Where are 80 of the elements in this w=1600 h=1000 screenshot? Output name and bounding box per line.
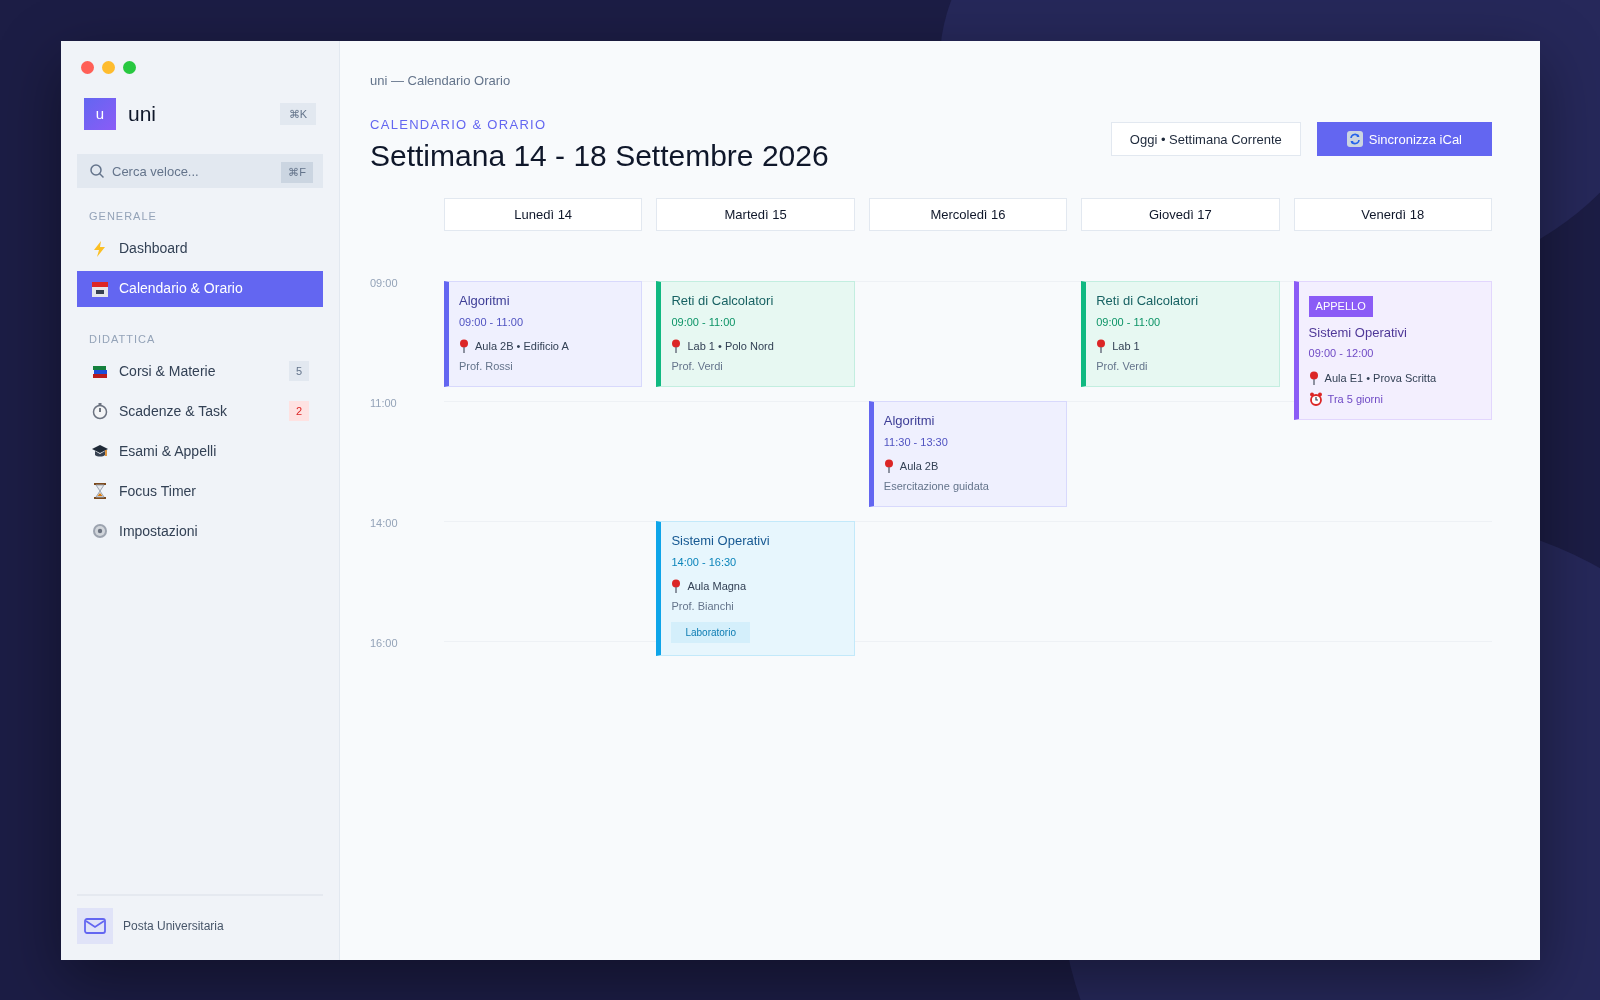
shortcut-hint: ⌘F	[281, 162, 313, 183]
event-note: Prof. Bianchi	[671, 599, 735, 614]
calendar-icon	[91, 279, 109, 298]
pin-icon	[1308, 370, 1319, 385]
count-badge: 5	[288, 360, 309, 382]
sidebar-item[interactable]: Esami & Appelli	[77, 433, 323, 469]
event-location: Aula 2B	[899, 459, 939, 474]
event-location: Aula E1 • Prova Scritta	[1324, 370, 1437, 385]
time-label: 09:00	[370, 276, 399, 291]
stopwatch-icon	[91, 402, 109, 420]
section-title: GENERALE	[88, 209, 158, 224]
count-badge: 2	[288, 400, 309, 422]
window-title: uni — Calendario Orario	[370, 72, 512, 90]
footer-link[interactable]: Posta Universitaria	[123, 917, 224, 935]
pin-icon	[671, 579, 682, 594]
day-header: Martedì 15	[656, 198, 855, 231]
event-card[interactable]: Reti di Calcolatori 09:00 - 11:00 Lab 1 • Polo Nord Prof. Verdi	[656, 281, 855, 387]
pin-icon	[883, 459, 894, 474]
event-card[interactable]: Sistemi Operativi 14:00 - 16:30 Aula Magna Prof. Bianchi Laboratorio	[656, 521, 855, 656]
event-note: Esercitazione guidata	[883, 479, 990, 494]
event-time: 09:00 - 11:00	[1096, 314, 1162, 330]
event-card[interactable]: Algoritmi 11:30 - 13:30 Aula 2B Esercitazione guidata	[868, 401, 1068, 507]
event-location: Aula 2B • Edificio A	[475, 339, 569, 354]
gear-icon	[91, 522, 109, 540]
day-header: Venerdì 18	[1293, 198, 1492, 231]
event-card[interactable]: Algoritmi 09:00 - 11:00 Aula 2B • Edificio A Prof. Rossi	[444, 281, 643, 387]
event-location: Lab 1	[1112, 339, 1140, 354]
event-time: 09:00 - 12:00	[1308, 346, 1375, 361]
time-label: 14:00	[370, 516, 399, 531]
event-note: Prof. Verdi	[671, 359, 724, 374]
event-tag: Laboratorio	[671, 621, 750, 643]
mail-icon	[84, 918, 106, 934]
app-name: uni	[128, 101, 157, 128]
app-logo: u	[84, 98, 116, 130]
event-title: Sistemi Operativi	[1308, 324, 1408, 342]
time-label: 11:00	[370, 396, 398, 411]
page-title: Settimana 14 - 18 Settembre 2026	[370, 138, 829, 174]
sidebar-item[interactable]: Calendario & Orario	[77, 270, 323, 307]
day-header: Giovedì 17	[1081, 198, 1280, 231]
pin-icon	[459, 339, 469, 354]
event-title: Algoritmi	[459, 293, 511, 310]
page-eyebrow: CALENDARIO & ORARIO	[370, 115, 548, 134]
exam-badge: APPELLO	[1308, 296, 1373, 317]
event-location: Lab 1 • Polo Nord	[687, 339, 774, 354]
event-card[interactable]: APPELLO Sistemi Operativi 09:00 - 12:00 Aula E1 • Prova Scritta Tra 5 giorni	[1293, 281, 1492, 421]
event-time: 11:30 - 13:30	[883, 434, 949, 450]
day-header: Mercoledì 16	[868, 198, 1068, 231]
section-title: DIDATTICA	[88, 331, 157, 347]
sidebar-item[interactable]: Impostazioni	[77, 513, 323, 549]
event-title: Reti di Calcolatori	[1096, 293, 1200, 310]
sidebar-item[interactable]: Scadenze & Task 2	[77, 393, 323, 429]
time-label: 16:00	[370, 636, 399, 651]
event-note: Prof. Verdi	[1096, 359, 1149, 374]
event-time: 09:00 - 11:00	[671, 314, 737, 330]
sidebar-item[interactable]: Focus Timer	[77, 473, 323, 509]
event-time: 14:00 - 16:30	[671, 554, 738, 570]
window-control[interactable]	[123, 61, 136, 74]
window-control[interactable]	[102, 61, 115, 74]
reminder-text: Tra 5 giorni	[1327, 392, 1383, 407]
pin-icon	[671, 339, 682, 354]
day-header: Lunedì 14	[444, 198, 643, 231]
event-title: Sistemi Operativi	[671, 533, 771, 550]
search-icon	[89, 163, 105, 179]
event-title: Reti di Calcolatori	[671, 293, 775, 310]
mail-button[interactable]	[77, 908, 113, 944]
shortcut-hint: ⌘K	[279, 102, 316, 126]
refresh-icon	[1346, 131, 1363, 148]
event-time: 09:00 - 11:00	[459, 314, 524, 330]
window-control[interactable]	[81, 61, 94, 74]
sync-button[interactable]: Sincronizza iCal	[1316, 122, 1492, 157]
hourglass-icon	[91, 482, 109, 500]
alarm-clock-icon	[1308, 392, 1323, 407]
today-button[interactable]: Oggi • Settimana Corrente	[1110, 122, 1301, 157]
event-note: Prof. Rossi	[459, 359, 514, 374]
sidebar-item[interactable]: Dashboard	[77, 230, 323, 267]
pin-icon	[1096, 339, 1107, 354]
sidebar-item[interactable]: Corsi & Materie 5	[77, 353, 323, 389]
event-card[interactable]: Reti di Calcolatori 09:00 - 11:00 Lab 1 Prof. Verdi	[1081, 281, 1280, 387]
event-location: Aula Magna	[687, 579, 747, 594]
event-title: Algoritmi	[883, 413, 936, 430]
